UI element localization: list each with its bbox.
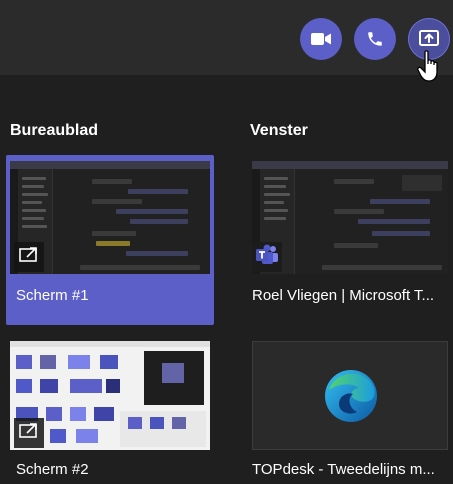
teams-window-label: Roel Vliegen | Microsoft T...	[252, 287, 435, 304]
share-screen-icon	[18, 246, 40, 269]
teams-icon	[255, 244, 279, 271]
video-call-button[interactable]	[300, 18, 342, 60]
screen-share-overlay	[14, 418, 44, 448]
screen-1-tile[interactable]: Scherm #1	[6, 155, 214, 325]
screen-share-picker: Bureaublad Venster Scherm #1 Roel Vliege…	[0, 0, 453, 484]
edge-window-tile[interactable]: TOPdesk - Tweedelijns m...	[248, 335, 448, 484]
share-screen-icon	[418, 29, 440, 49]
edge-icon	[323, 368, 379, 429]
screen-1-preview	[10, 161, 210, 274]
video-camera-icon	[310, 31, 332, 47]
edge-window-preview	[252, 341, 448, 450]
screen-share-overlay	[14, 242, 44, 272]
audio-call-button[interactable]	[354, 18, 396, 60]
teams-app-badge	[252, 242, 282, 272]
teams-window-preview	[252, 161, 448, 274]
share-screen-icon	[18, 422, 40, 445]
desktop-section-title: Bureaublad	[10, 122, 99, 139]
phone-icon	[366, 30, 384, 48]
screen-2-preview	[10, 341, 210, 450]
screen-1-label: Scherm #1	[16, 287, 89, 304]
teams-window-tile[interactable]: Roel Vliegen | Microsoft T...	[248, 155, 448, 325]
screen-2-tile[interactable]: Scherm #2	[6, 335, 214, 484]
window-section-title: Venster	[250, 122, 308, 139]
call-header	[0, 0, 453, 82]
edge-window-label: TOPdesk - Tweedelijns m...	[252, 461, 435, 478]
hand-cursor-icon	[417, 50, 443, 89]
screen-2-label: Scherm #2	[16, 461, 89, 478]
